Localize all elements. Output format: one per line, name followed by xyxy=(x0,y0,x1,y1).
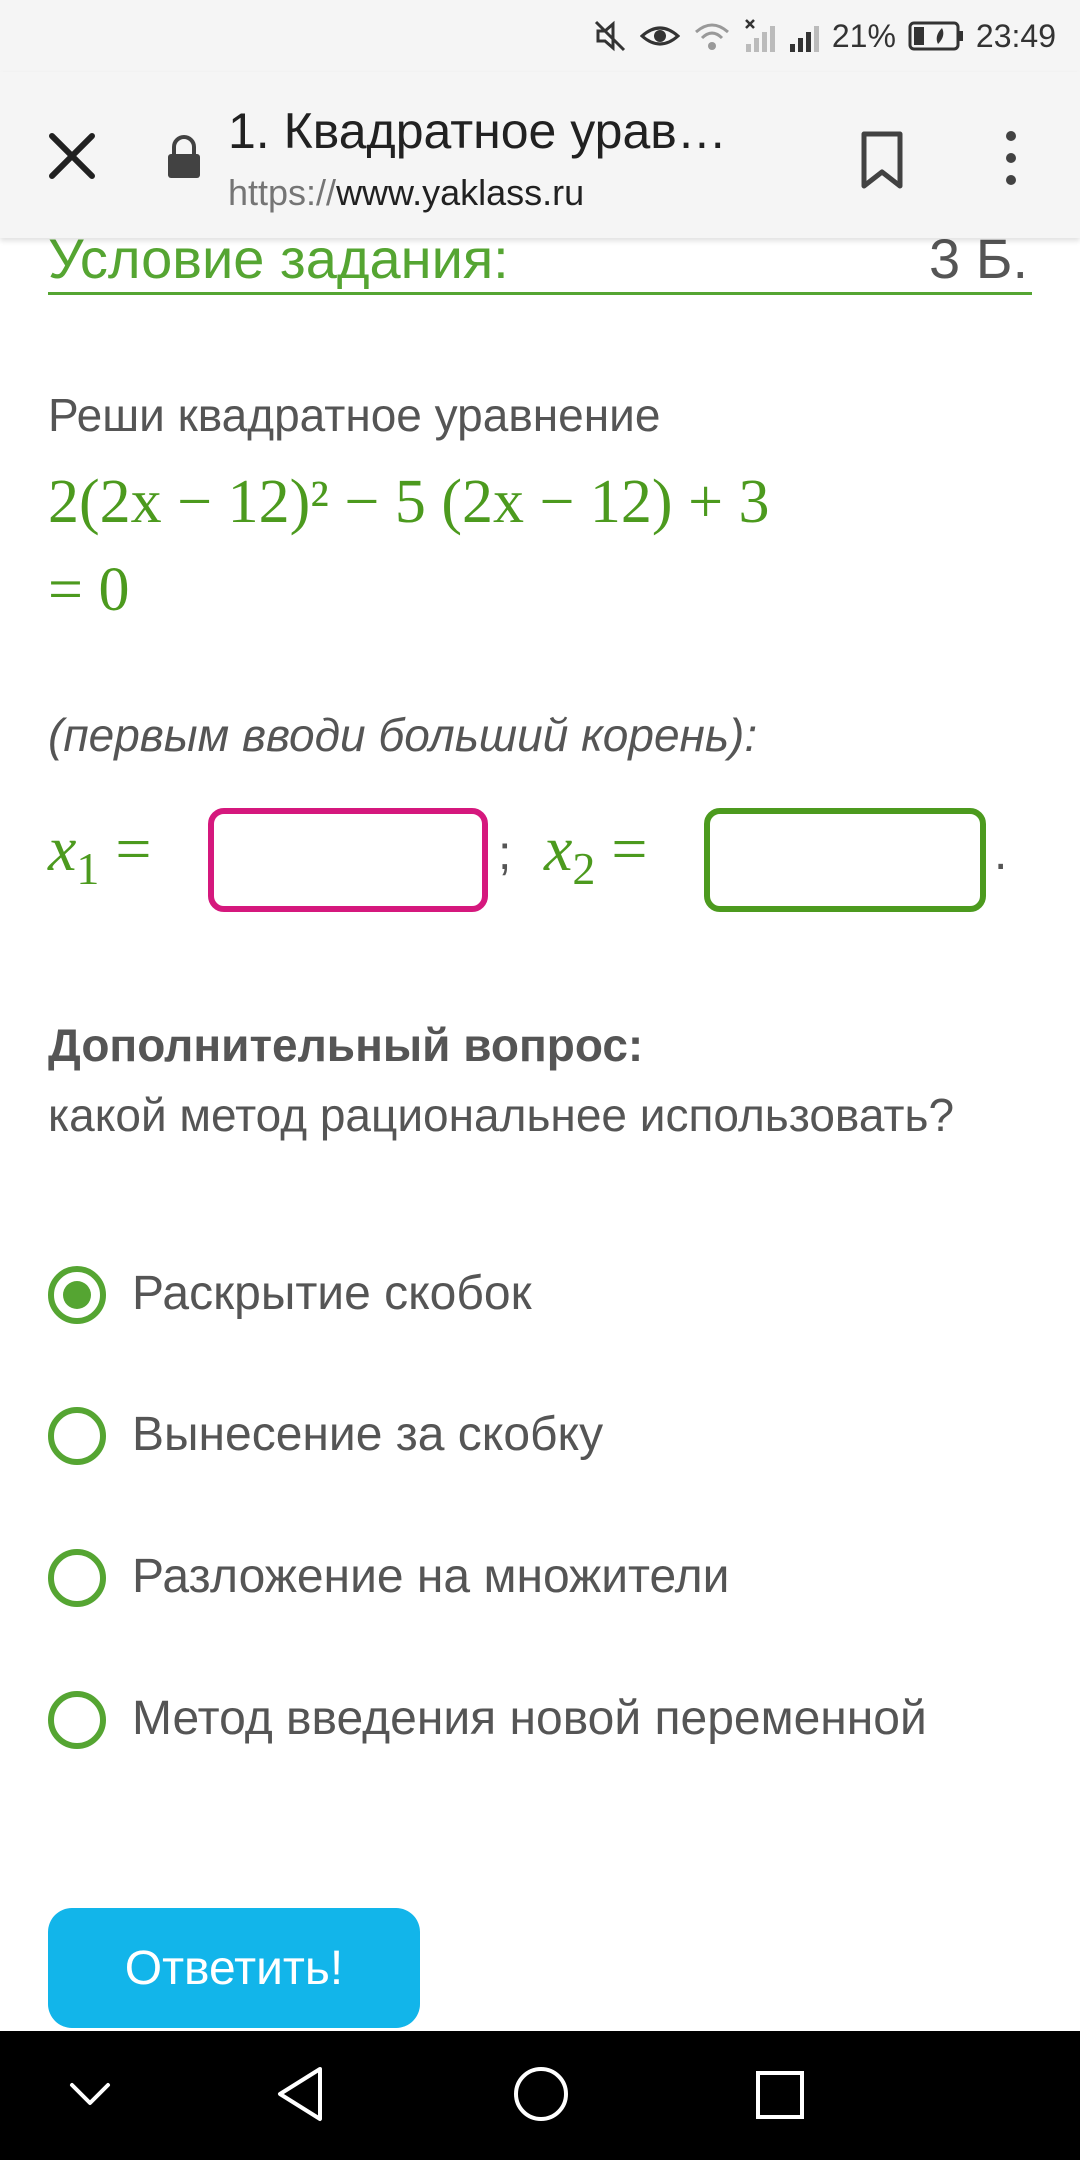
task-points: 3 Б. xyxy=(928,238,1028,290)
lock-icon[interactable] xyxy=(166,134,202,180)
option-label[interactable]: Метод введения новой переменной xyxy=(132,1691,927,1746)
more-vert-icon[interactable] xyxy=(996,128,1026,188)
eye-icon xyxy=(639,26,680,46)
option-item[interactable]: Метод введения новой переменной xyxy=(48,1685,1028,1755)
x1-input[interactable] xyxy=(208,808,488,912)
bookmark-icon[interactable] xyxy=(858,130,906,190)
status-bar: 21% 23:49 xyxy=(0,0,1080,72)
answer-separator: ; xyxy=(498,827,512,880)
back-triangle-icon[interactable] xyxy=(274,2065,326,2123)
x2-input[interactable] xyxy=(704,808,986,912)
x2-var: x xyxy=(544,813,573,884)
home-circle-icon[interactable] xyxy=(512,2065,570,2123)
status-icons: 21% 23:49 xyxy=(592,14,1056,58)
extra-question-title: Дополнительный вопрос: xyxy=(48,1019,644,1071)
chevron-down-icon[interactable] xyxy=(68,2079,112,2109)
radio-button-checked[interactable] xyxy=(48,1266,106,1324)
option-item[interactable]: Вынесение за скобку xyxy=(48,1401,1028,1471)
option-label[interactable]: Разложение на множители xyxy=(132,1549,729,1604)
clock: 23:49 xyxy=(975,17,1056,54)
radio-button[interactable] xyxy=(48,1691,106,1749)
task-header-title: Условие задания: xyxy=(48,238,509,290)
x2-equals: = xyxy=(611,813,648,884)
page-content: Условие задания: 3 Б. Реши квадратное ур… xyxy=(0,238,1080,2031)
option-item[interactable]: Раскрытие скобок xyxy=(48,1260,1028,1330)
page-title: 1. Квадратное урав… xyxy=(228,103,727,159)
radio-button[interactable] xyxy=(48,1407,106,1465)
recents-square-icon[interactable] xyxy=(754,2069,806,2121)
option-label[interactable]: Раскрытие скобок xyxy=(132,1266,532,1321)
url-text[interactable]: https://www.yaklass.ru xyxy=(228,172,584,214)
task-header: Условие задания: 3 Б. xyxy=(48,238,1032,295)
signal-icon xyxy=(789,26,819,52)
answer-hint: (первым вводи больший корень): xyxy=(48,709,758,761)
system-nav-bar xyxy=(0,2031,1080,2160)
x2-label: x2 = xyxy=(544,812,648,895)
x2-sub: 2 xyxy=(572,842,596,894)
submit-button[interactable]: Ответить! xyxy=(48,1908,420,2028)
x1-label: x1 = xyxy=(48,812,152,895)
equation-line-2: = 0 xyxy=(48,556,130,624)
x1-var: x xyxy=(48,813,77,884)
x1-equals: = xyxy=(115,813,152,884)
url-host: www.yaklass.ru xyxy=(336,172,585,213)
option-item[interactable]: Разложение на множители xyxy=(48,1543,1028,1613)
task-instruction: Реши квадратное уравнение xyxy=(48,389,661,441)
wifi-icon xyxy=(694,23,729,50)
option-label[interactable]: Вынесение за скобку xyxy=(132,1407,603,1462)
close-icon[interactable] xyxy=(44,128,100,184)
equation: 2(2x − 12)² − 5 (2x − 12) + 3 = 0 xyxy=(48,458,998,634)
answer-row: x1 = ; x2 = . xyxy=(48,798,1038,938)
equation-line-1: 2(2x − 12)² − 5 (2x − 12) + 3 xyxy=(48,468,770,536)
x1-sub: 1 xyxy=(76,842,100,894)
browser-toolbar: 1. Квадратное урав… https://www.yaklass.… xyxy=(0,72,1080,238)
url-scheme: https:// xyxy=(228,172,337,213)
extra-question-text: какой метод рациональнее использовать? xyxy=(48,1089,955,1141)
battery-percent: 21% xyxy=(831,17,896,54)
battery-icon xyxy=(908,21,963,51)
radio-button[interactable] xyxy=(48,1549,106,1607)
mute-icon xyxy=(594,20,625,52)
signal-off-icon xyxy=(744,19,775,52)
answer-end-dot: . xyxy=(994,827,1008,880)
